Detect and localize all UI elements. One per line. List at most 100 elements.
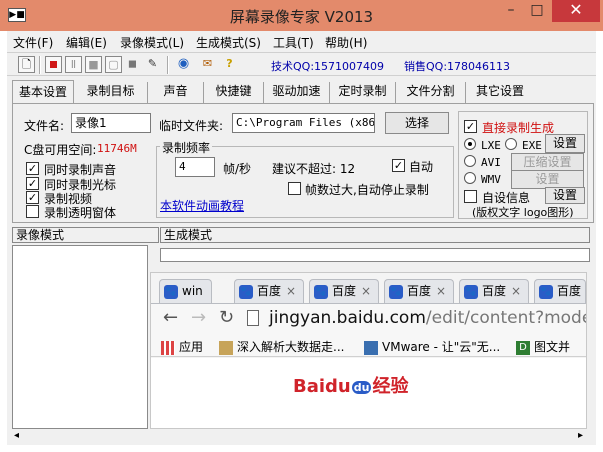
record-video-checkbox[interactable]: ✓	[26, 191, 39, 204]
format-avi-radio[interactable]	[464, 155, 476, 167]
baidu-paw-icon: 🐾	[239, 284, 253, 299]
recording-list[interactable]	[12, 245, 148, 429]
record-transparent-checkbox[interactable]	[26, 205, 39, 218]
menu-bar: 文件(F) 编辑(E) 录像模式(L) 生成模式(S) 工具(T) 帮助(H)	[7, 31, 596, 51]
bookmark-apps[interactable]: 应用	[161, 338, 203, 355]
bookmark-label: 应用	[179, 340, 204, 354]
record-cursor-checkbox[interactable]: ✓	[26, 177, 39, 190]
globe-icon[interactable]: ◉	[175, 56, 192, 73]
browser-tab[interactable]: 🐾 百度 ×	[384, 279, 454, 303]
bookmark-label: 图文并	[534, 340, 571, 354]
stop-icon[interactable]: ■	[85, 56, 102, 73]
bookmark-label: 深入解析大数据走...	[237, 340, 345, 354]
pause-icon[interactable]: Ⅱ	[65, 56, 82, 73]
temp-folder-label: 临时文件夹:	[159, 119, 224, 133]
menu-file[interactable]: 文件(F)	[13, 34, 53, 51]
record-sound-checkbox[interactable]: ✓	[26, 162, 39, 175]
format-settings-button[interactable]: 设置	[545, 134, 585, 153]
gift-icon[interactable]: ✉	[199, 56, 216, 73]
menu-record-mode[interactable]: 录像模式(L)	[120, 34, 184, 51]
baidu-paw-icon: 🐾	[314, 284, 328, 299]
browser-tab[interactable]: 🐾 百度	[534, 279, 586, 303]
settings-tabs: 基本设置 录制目标 声音 快捷键 驱动加速 定时录制 文件分割 其它设置	[12, 80, 594, 104]
browser-tab-label: win	[182, 284, 203, 298]
choose-folder-button[interactable]: 选择	[385, 112, 449, 134]
maximize-button[interactable]: □	[524, 0, 550, 22]
format-exe-label: EXE	[522, 139, 542, 152]
bookmark-vmware[interactable]: VMware - 让"云"无...	[364, 338, 500, 355]
browser-tab[interactable]: 🐾 百度 ×	[459, 279, 529, 303]
tab-driver-accel[interactable]: 驱动加速	[264, 82, 330, 103]
record-transparent-label: 录制透明窗体	[44, 206, 117, 220]
tab-close-icon[interactable]: ×	[361, 284, 371, 298]
baidu-paw-icon: 🐾	[539, 284, 553, 299]
generate-mode-tab[interactable]: 生成模式	[160, 227, 590, 243]
record-icon[interactable]	[45, 56, 62, 73]
baidu-paw-icon: 🐾	[164, 284, 178, 299]
baidu-jingyan-logo: Baidu du 经验	[293, 376, 409, 397]
format-exe-radio[interactable]	[505, 138, 517, 150]
title-bar: ▶■ 屏幕录像专家 V2013 – □ ✕	[0, 0, 603, 31]
pen-icon[interactable]: ✎	[144, 56, 161, 73]
browser-tab[interactable]: 🐾 百度 ×	[234, 279, 304, 303]
custom-info-checkbox[interactable]	[464, 190, 477, 203]
horizontal-scrollbar[interactable]: ◂ ▸	[12, 430, 590, 444]
menu-edit[interactable]: 编辑(E)	[66, 34, 107, 51]
tab-other-settings[interactable]: 其它设置	[466, 82, 534, 103]
fps-limit-hint: 建议不超过: 12	[272, 162, 356, 176]
direct-generate-checkbox[interactable]: ✓	[464, 120, 477, 133]
page-icon	[247, 310, 259, 326]
menu-tools[interactable]: 工具(T)	[273, 34, 314, 51]
tab-close-icon[interactable]: ×	[511, 284, 521, 298]
tab-close-icon[interactable]: ×	[286, 284, 296, 298]
auto-fps-label: 自动	[409, 160, 434, 174]
browser-tab-label: 百度	[332, 284, 357, 298]
tab-sound[interactable]: 声音	[148, 82, 204, 103]
play-icon[interactable]: ▢	[105, 56, 122, 73]
menu-help[interactable]: 帮助(H)	[325, 34, 367, 51]
camera-icon[interactable]: ◼	[124, 56, 141, 73]
bookmark-label: VMware - 让"云"无...	[382, 340, 501, 354]
browser-tab[interactable]: 🐾 win	[159, 279, 212, 303]
tab-close-icon[interactable]: ×	[436, 284, 446, 298]
browser-tab[interactable]: 🐾 百度 ×	[309, 279, 379, 303]
sales-qq: 销售QQ:178046113	[404, 60, 511, 73]
auto-stop-checkbox[interactable]	[288, 182, 301, 195]
disk-space-label: C盘可用空间:	[24, 143, 97, 157]
tab-hotkeys[interactable]: 快捷键	[204, 82, 264, 103]
format-wmv-label: WMV	[481, 173, 501, 186]
temp-folder-input[interactable]: C:\Program Files (x86)\	[232, 113, 375, 133]
bookmark-tuwen[interactable]: D 图文并	[516, 338, 570, 355]
new-file-icon[interactable]: 🗋	[18, 56, 35, 73]
toolbar-separator	[39, 56, 41, 74]
format-wmv-radio[interactable]	[464, 172, 476, 184]
direct-generate-label: 直接录制生成	[482, 121, 555, 135]
auto-fps-checkbox[interactable]: ✓	[392, 159, 405, 172]
apps-icon	[161, 340, 175, 355]
filename-input[interactable]: 录像1	[71, 113, 151, 133]
tab-scheduled-record[interactable]: 定时录制	[330, 82, 396, 103]
close-button[interactable]: ✕	[552, 0, 600, 22]
format-lxe-radio[interactable]	[464, 138, 476, 150]
url-field[interactable]: jingyan.baidu.com/edit/content?model=	[269, 308, 586, 328]
tutorial-link[interactable]: 本软件动画教程	[160, 197, 244, 214]
scroll-right-icon[interactable]: ▸	[578, 430, 583, 441]
bookmark-icon	[219, 340, 233, 355]
fps-input[interactable]: 4	[175, 157, 215, 177]
scroll-left-icon[interactable]: ◂	[14, 430, 19, 441]
tab-basic-settings[interactable]: 基本设置	[12, 80, 74, 104]
browser-tab-label: 百度	[557, 284, 582, 298]
tab-file-split[interactable]: 文件分割	[396, 82, 466, 103]
help-icon[interactable]: ?	[221, 56, 238, 73]
toolbar: 🗋 Ⅱ ■ ▢ ◼ ✎ ◉ ✉ ? 技术QQ:1571007409 销售QQ:1…	[7, 52, 596, 76]
record-mode-tab[interactable]: 录像模式	[12, 227, 159, 243]
minimize-button[interactable]: –	[498, 0, 524, 22]
tab-record-target[interactable]: 录制目标	[74, 82, 148, 103]
back-icon[interactable]: ←	[163, 307, 178, 328]
forward-icon[interactable]: →	[191, 307, 206, 328]
bookmark-bigdata[interactable]: 深入解析大数据走...	[219, 338, 344, 355]
progress-bar	[160, 248, 590, 262]
menu-generate-mode[interactable]: 生成模式(S)	[196, 34, 261, 51]
reload-icon[interactable]: ↻	[219, 307, 234, 328]
custom-info-settings-button[interactable]: 设置	[545, 187, 585, 204]
